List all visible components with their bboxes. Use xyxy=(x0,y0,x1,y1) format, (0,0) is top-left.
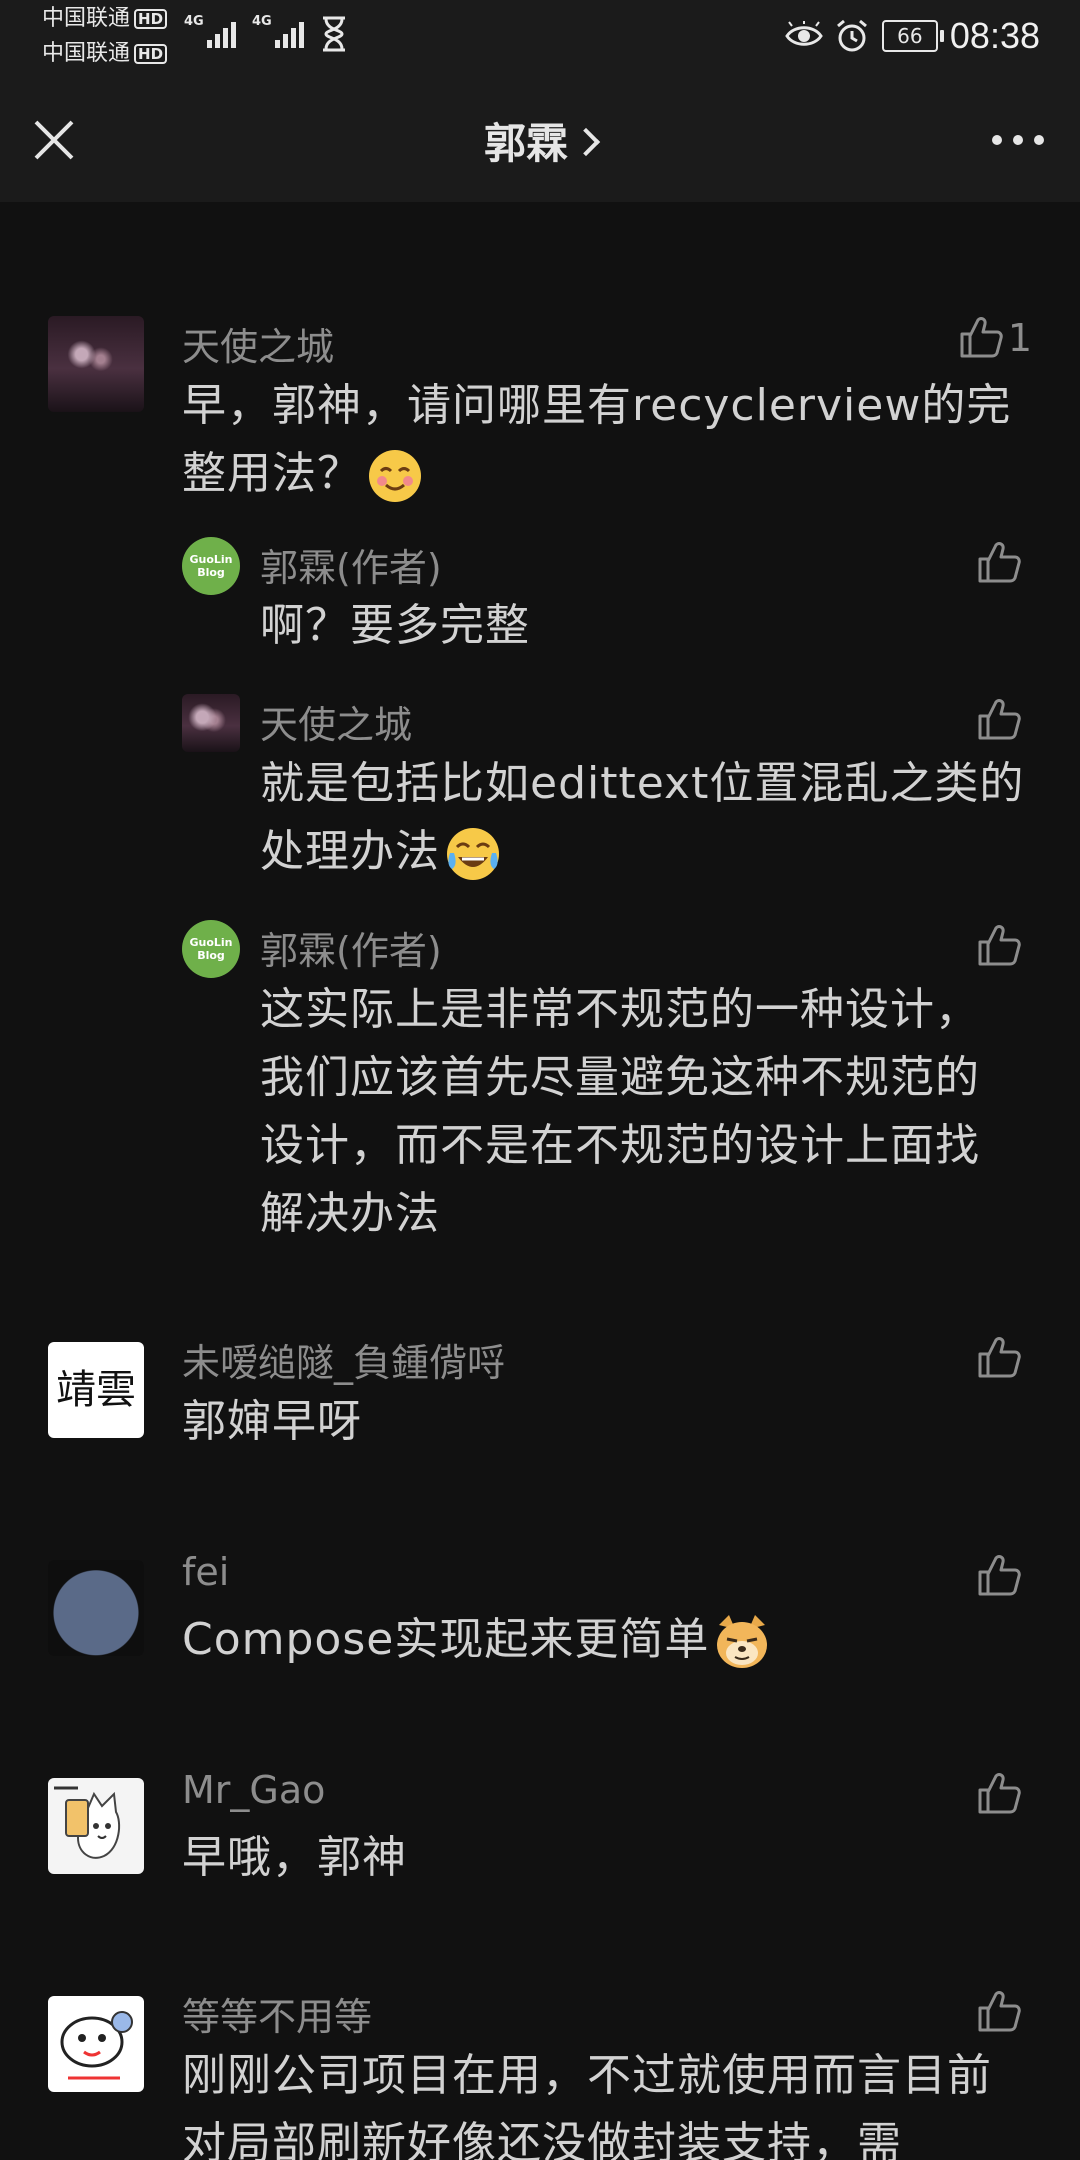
avatar-calligraphy: 靖雲 xyxy=(56,1367,136,1413)
network-type: 4G xyxy=(252,14,272,29)
reply-body: 这实际上是非常不规范的一种设计，我们应该首先尽量避免这种不规范的设计，而不是在不… xyxy=(260,984,980,1239)
reply-body: 啊？要多完整 xyxy=(260,600,530,651)
thumbs-up-icon[interactable] xyxy=(974,1332,1024,1382)
more-dot-icon xyxy=(1034,135,1044,145)
comment-body: 刚刚公司项目在用，不过就使用而言目前对局部刷新好像还没做封装支持，需 xyxy=(182,2050,992,2160)
chevron-right-icon xyxy=(571,127,601,157)
reply-text: 就是包括比如edittext位置混乱之类的处理办法 xyxy=(260,758,1025,877)
hd-badge: HD xyxy=(134,9,168,29)
thumbs-up-icon[interactable] xyxy=(974,537,1024,587)
thumbs-up-icon[interactable] xyxy=(974,1768,1024,1818)
avatar-label-2: Blog xyxy=(197,566,225,579)
avatar[interactable] xyxy=(48,1560,144,1656)
network-type: 4G xyxy=(184,14,204,29)
title-bar: 郭霖 xyxy=(0,72,1080,202)
thumbs-up-icon[interactable] xyxy=(974,920,1024,970)
thumbs-up-icon[interactable] xyxy=(974,1986,1024,2036)
avatar[interactable]: GuoLin Blog xyxy=(182,920,240,978)
hd-badge: HD xyxy=(134,44,168,64)
reply-author[interactable]: 天使之城 xyxy=(260,694,412,749)
carrier-1-label: 中国联通 xyxy=(42,6,131,31)
tears-of-joy-emoji-icon xyxy=(447,828,499,880)
reply-author[interactable]: 郭霖(作者) xyxy=(260,920,442,975)
comment-text: Compose实现起来更简单 xyxy=(182,1614,710,1665)
smile-emoji-icon xyxy=(369,450,421,502)
avatar[interactable] xyxy=(48,1778,144,1874)
avatar-label-1: GuoLin xyxy=(189,553,233,566)
thumbs-up-icon[interactable] xyxy=(956,312,1006,362)
cartoon-avatar-icon xyxy=(60,2011,133,2080)
avatar[interactable] xyxy=(48,1996,144,2092)
alarm-icon xyxy=(836,19,867,52)
comment-author[interactable]: 天使之城 xyxy=(182,316,334,371)
status-right: 66 08:38 xyxy=(784,0,1040,72)
comment-author[interactable]: fei xyxy=(182,1550,229,1594)
doge-emoji-icon xyxy=(717,1615,768,1668)
avatar-label-2: Blog xyxy=(197,949,225,962)
comment-list[interactable]: 天使之城 1 早，郭神，请问哪里有recyclerview的完整用法？ GuoL… xyxy=(0,202,1080,2160)
reply-body: 就是包括比如edittext位置混乱之类的处理办法 xyxy=(260,750,1040,886)
avatar[interactable]: 靖雲 xyxy=(48,1342,144,1438)
comment-author[interactable]: 等等不用等 xyxy=(182,1986,372,2041)
clock: 08:38 xyxy=(949,15,1040,56)
comment-body: Compose实现起来更简单 xyxy=(182,1606,1022,1674)
avatar[interactable] xyxy=(48,316,144,412)
carrier-2: 中国联通 HD xyxy=(42,41,168,67)
comment-author[interactable]: Mr_Gao xyxy=(182,1768,325,1812)
comment-text: 早，郭神，请问哪里有recyclerview的完整用法？ xyxy=(182,380,1012,499)
hourglass-icon xyxy=(323,16,345,52)
avatar-label-1: GuoLin xyxy=(189,936,233,949)
signal-icon: 4G xyxy=(252,14,307,48)
more-dot-icon xyxy=(1013,135,1023,145)
status-bar: 中国联通 HD 中国联通 HD 4G 4G 66 08:38 xyxy=(0,0,1080,72)
avatar[interactable]: GuoLin Blog xyxy=(182,537,240,595)
signal-icon: 4G xyxy=(184,14,239,48)
battery-icon: 66 xyxy=(881,20,944,52)
more-dot-icon xyxy=(992,135,1002,145)
comment-body: 早哦，郭神 xyxy=(182,1832,407,1883)
carrier-1: 中国联通 HD xyxy=(42,6,168,32)
page-title-text: 郭霖 xyxy=(483,119,568,168)
cat-avatar-icon xyxy=(54,1786,121,1859)
thumbs-up-icon[interactable] xyxy=(974,1550,1024,1600)
more-options-button[interactable] xyxy=(992,128,1044,152)
thumbs-up-icon[interactable] xyxy=(974,694,1024,744)
avatar[interactable] xyxy=(182,694,240,752)
comment-body: 早，郭神，请问哪里有recyclerview的完整用法？ xyxy=(182,372,1022,508)
comment-body: 郭婶早呀 xyxy=(182,1396,362,1447)
carrier-2-label: 中国联通 xyxy=(42,41,131,66)
comment-author[interactable]: 未嗳缒隧_負鍾偝哷 xyxy=(182,1332,505,1387)
reply-author[interactable]: 郭霖(作者) xyxy=(260,537,442,592)
like-count: 1 xyxy=(1007,316,1032,360)
page-title[interactable]: 郭霖 xyxy=(0,110,1080,171)
eye-comfort-icon xyxy=(785,21,823,46)
